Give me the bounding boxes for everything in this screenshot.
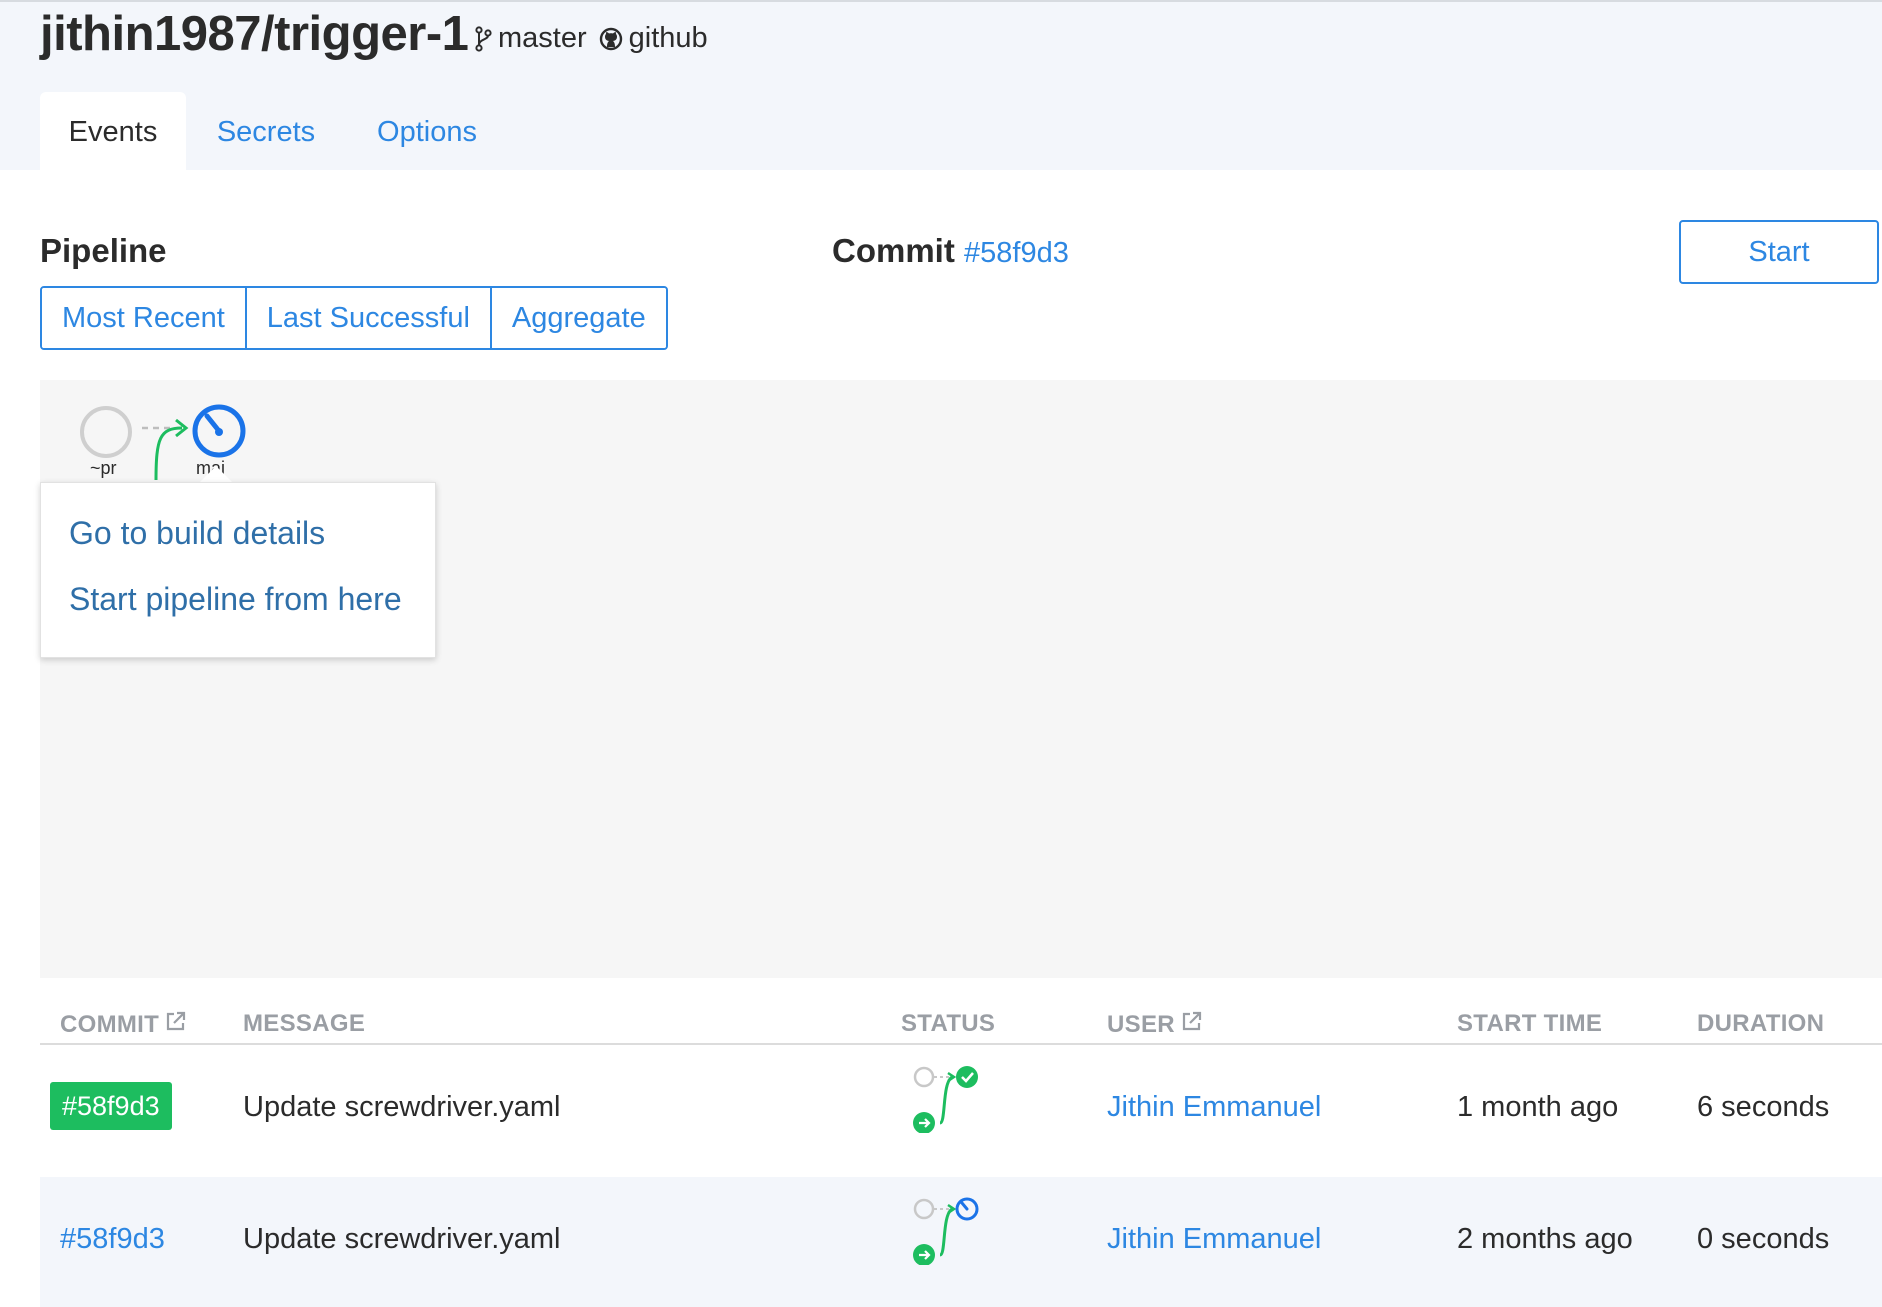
node-main-running-icon[interactable] [190,402,248,460]
commit-sha-badge[interactable]: #58f9d3 [50,1082,172,1130]
column-header-start-time: START TIME [1457,1010,1603,1037]
node-popover: Go to build details Start pipeline from … [40,482,436,658]
column-header-duration: DURATION [1697,1010,1825,1037]
tab-secrets[interactable]: Secrets [206,92,326,172]
commit-sha-link[interactable]: #58f9d3 [60,1223,165,1256]
commit-message: Update screwdriver.yaml [243,1223,561,1255]
workflow-graph [40,380,1882,978]
filter-last-successful[interactable]: Last Successful [246,288,492,348]
branch-icon [474,22,492,55]
node-pr-icon[interactable] [78,404,134,460]
column-header-commit-label: COMMIT [60,1010,160,1038]
popover-arrow [200,466,232,482]
duration: 0 seconds [1697,1223,1830,1255]
commit-message: Update screwdriver.yaml [243,1091,561,1123]
repo-header: jithin1987/trigger-1 master github Event… [0,0,1882,172]
user-link[interactable]: Jithin Emmanuel [1107,1091,1321,1124]
start-time: 1 month ago [1457,1091,1619,1123]
commit-heading: Commit #58f9d3 [832,232,1069,270]
pipeline-heading: Pipeline [40,232,167,269]
column-header-status: STATUS [901,1010,996,1037]
column-header-user-label: USER [1107,1010,1175,1038]
table-row[interactable]: #58f9d3 Update screwdriver.yaml Jithin E… [40,1177,1882,1307]
go-to-build-details-link[interactable]: Go to build details [69,515,325,552]
user-link[interactable]: Jithin Emmanuel [1107,1223,1321,1256]
column-header-user: USER [1107,1010,1203,1039]
branch-name[interactable]: master [498,22,587,55]
column-header-message: MESSAGE [243,1010,366,1037]
pipeline-filter-group: Most Recent Last Successful Aggregate [40,286,668,350]
column-header-commit: COMMIT [60,1010,187,1039]
external-link-icon [165,1010,187,1039]
start-pipeline-from-here-link[interactable]: Start pipeline from here [69,581,402,618]
node-pr-label: ~pr [90,458,117,478]
commit-sha-link[interactable]: #58f9d3 [964,237,1069,269]
table-row[interactable]: #58f9d3 Update screwdriver.yaml Jithin E… [40,1045,1882,1175]
duration: 6 seconds [1697,1091,1830,1123]
mini-pipeline-running-icon [913,1197,979,1265]
filter-aggregate[interactable]: Aggregate [491,288,666,348]
start-time: 2 months ago [1457,1223,1633,1255]
filter-most-recent[interactable]: Most Recent [42,288,247,348]
repo-meta: master github [474,22,708,55]
github-icon [599,22,623,55]
tab-events[interactable]: Events [40,92,186,172]
mini-pipeline-success-icon [913,1066,978,1133]
scm-name[interactable]: github [629,22,708,55]
tab-options[interactable]: Options [362,92,492,172]
repo-title[interactable]: jithin1987/trigger-1 [40,6,469,62]
commit-heading-label: Commit [832,232,955,269]
external-link-icon [1181,1010,1203,1039]
start-button[interactable]: Start [1679,220,1879,284]
